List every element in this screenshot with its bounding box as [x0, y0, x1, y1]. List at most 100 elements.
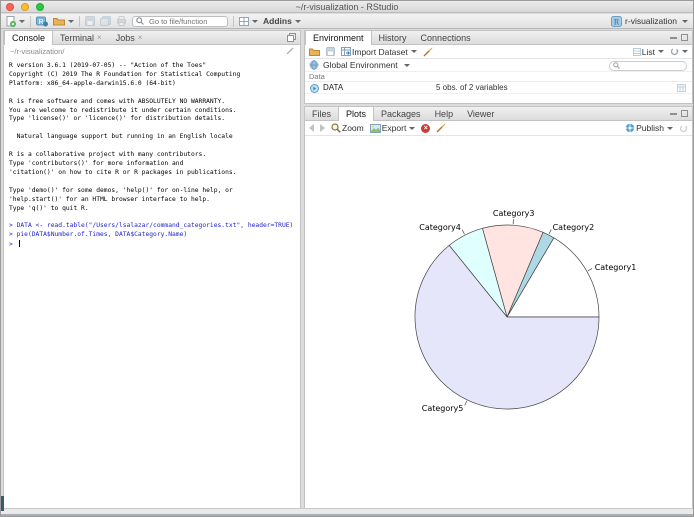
view-table-icon[interactable]: [677, 84, 686, 92]
main-toolbar: R Go to file/function Addins R r-visuali…: [1, 14, 693, 29]
environment-search-input[interactable]: [622, 61, 682, 70]
tab-label: Files: [312, 108, 332, 119]
pie-label-category2: Category2: [553, 223, 595, 232]
tab-history[interactable]: History: [372, 31, 414, 44]
environment-scope-label[interactable]: Global Environment: [323, 60, 398, 70]
tab-console[interactable]: Console: [4, 31, 54, 45]
addins-button[interactable]: Addins: [263, 16, 301, 26]
refresh-environment-button[interactable]: [670, 47, 688, 56]
chevron-down-icon: [19, 19, 25, 23]
maximize-pane-icon[interactable]: [681, 110, 688, 117]
import-dataset-label: Import Dataset: [352, 46, 408, 57]
console-input-line: > pie(DATA$Number.of.Times, DATA$Categor…: [9, 231, 188, 239]
clear-all-plots-icon[interactable]: [436, 123, 446, 133]
chevron-down-icon: [68, 19, 74, 23]
tab-environment[interactable]: Environment: [305, 31, 372, 45]
refresh-plot-icon[interactable]: [679, 124, 688, 133]
tab-plots[interactable]: Plots: [338, 107, 375, 121]
goto-file-input[interactable]: [147, 15, 227, 27]
plots-pane: Files Plots Packages Help Viewer Zoom Export: [304, 106, 693, 510]
import-dataset-button[interactable]: Import Dataset: [341, 47, 417, 57]
export-plot-button[interactable]: Export: [369, 123, 416, 133]
pie-label-category4: Category4: [419, 223, 461, 232]
console-output-line: You are welcome to redistribute it under…: [9, 106, 237, 114]
environment-search[interactable]: [609, 60, 687, 71]
pie-label-tick: [461, 229, 465, 235]
environment-section-label: Data: [309, 72, 325, 81]
next-plot-button[interactable]: [320, 124, 325, 132]
tab-files[interactable]: Files: [305, 107, 338, 120]
tab-terminal[interactable]: Terminal ×: [53, 31, 109, 44]
pane-grid-icon: [239, 16, 249, 26]
print-button[interactable]: [116, 16, 127, 26]
tab-label: Connections: [420, 32, 471, 43]
refresh-icon: [670, 47, 679, 56]
console-output-line: R version 3.6.1 (2019-07-05) -- "Action …: [9, 62, 207, 69]
project-menu-button[interactable]: R r-visualization: [611, 15, 688, 27]
console-output-line: R is free software and comes with ABSOLU…: [9, 97, 226, 105]
clear-objects-icon[interactable]: [423, 47, 433, 57]
zoom-plot-button[interactable]: Zoom: [331, 123, 364, 133]
maximize-pane-icon[interactable]: [287, 33, 296, 42]
save-button[interactable]: [85, 16, 95, 26]
publish-icon: [625, 123, 635, 133]
pie-label-category1: Category1: [595, 263, 637, 272]
plots-toolbar: Zoom Export × Publish: [305, 121, 692, 136]
title-bar: ~/r-visualization - RStudio: [1, 1, 693, 13]
tab-viewer[interactable]: Viewer: [460, 107, 501, 120]
maximize-pane-icon[interactable]: [681, 34, 688, 41]
chevron-down-icon: [410, 50, 417, 53]
svg-text:R: R: [614, 17, 620, 26]
list-view-button[interactable]: List: [632, 47, 664, 57]
search-icon: [136, 17, 144, 25]
rstudio-window: ~/r-visualization - RStudio R Go to file…: [0, 0, 694, 517]
zoom-label: Zoom: [342, 123, 364, 133]
window-bottom-edge: [1, 508, 693, 516]
tab-connections[interactable]: Connections: [414, 31, 478, 44]
environment-pane-buttons: [670, 31, 688, 44]
publish-plot-button[interactable]: Publish: [625, 123, 673, 133]
svg-text:R: R: [38, 19, 43, 26]
publish-label: Publish: [636, 123, 664, 133]
goto-file-search[interactable]: [132, 15, 228, 27]
tab-close-icon[interactable]: ×: [138, 33, 143, 42]
project-cube-icon: R: [36, 16, 48, 27]
console-input-line: > DATA <- read.table("/Users/lsalazar/co…: [9, 222, 294, 230]
new-file-button[interactable]: [6, 15, 25, 27]
console-output[interactable]: R version 3.6.1 (2019-07-05) -- "Action …: [4, 58, 300, 509]
tab-help[interactable]: Help: [428, 107, 461, 120]
object-name[interactable]: DATA: [323, 83, 343, 92]
tab-label: Packages: [381, 108, 421, 119]
new-file-icon: [6, 15, 16, 27]
pane-layout-button[interactable]: [239, 16, 258, 26]
remove-plot-button[interactable]: ×: [421, 123, 431, 133]
save-all-button[interactable]: [100, 16, 111, 26]
new-project-button[interactable]: R: [36, 16, 48, 27]
console-cursor[interactable]: [18, 240, 20, 248]
previous-plot-button[interactable]: [309, 124, 314, 132]
open-file-button[interactable]: [53, 16, 74, 26]
save-workspace-icon[interactable]: [326, 47, 335, 56]
tab-packages[interactable]: Packages: [374, 107, 428, 120]
expand-object-icon[interactable]: [310, 84, 319, 93]
tab-label: Viewer: [467, 108, 495, 119]
chevron-down-icon: [252, 19, 258, 23]
working-directory-label[interactable]: ~/r-visualization/: [10, 47, 64, 56]
tab-close-icon[interactable]: ×: [97, 33, 102, 42]
console-pane: Console Terminal × Jobs × ~/r-visualization/…: [3, 30, 301, 510]
desktop-corner: [1, 496, 4, 511]
chevron-down-icon: [409, 126, 416, 130]
environment-object-row[interactable]: DATA 5 obs. of 2 variables: [305, 82, 692, 94]
console-options-icon[interactable]: [286, 47, 294, 55]
minimize-pane-icon[interactable]: [670, 36, 677, 39]
load-workspace-icon[interactable]: [309, 47, 320, 56]
minimize-pane-icon[interactable]: [670, 112, 677, 115]
environment-toolbar: Import Dataset List: [305, 45, 692, 59]
object-summary: 5 obs. of 2 variables: [436, 83, 508, 92]
environment-tabbar: Environment History Connections: [305, 31, 692, 45]
tab-jobs[interactable]: Jobs ×: [109, 31, 150, 44]
console-output-line: Type 'contributors()' for more informati…: [9, 159, 184, 167]
r-project-icon: R: [611, 15, 623, 27]
console-tabs: Console Terminal × Jobs ×: [4, 31, 150, 45]
